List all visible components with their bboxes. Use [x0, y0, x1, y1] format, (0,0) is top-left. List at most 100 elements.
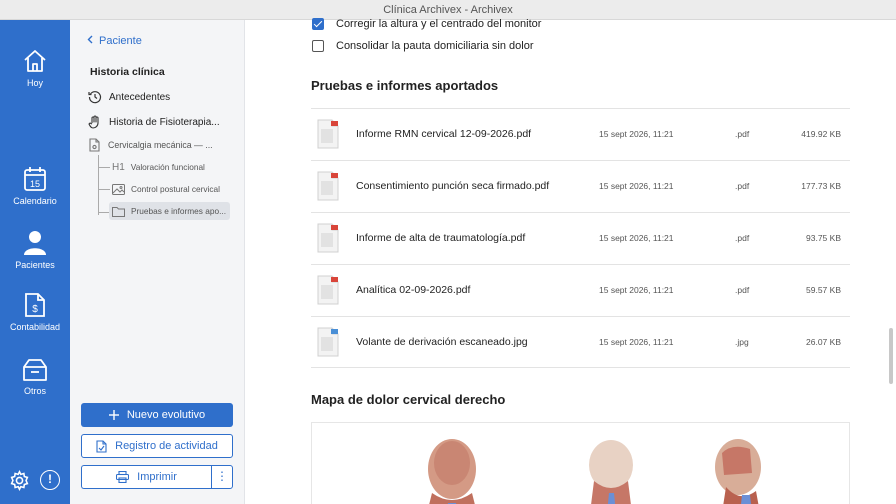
anatomy-illustration	[428, 439, 761, 504]
chevron-left-icon	[87, 35, 93, 47]
plus-icon	[108, 410, 119, 420]
file-date: 15 sept 2026, 11:21	[599, 181, 674, 191]
subitem-label: Control postural cervical	[131, 184, 220, 194]
back-label: Paciente	[99, 35, 142, 47]
file-extension: .pdf	[735, 181, 750, 191]
file-extension: .pdf	[735, 129, 750, 139]
file-row[interactable]: Informe RMN cervical 12-09-2026.pdf 15 se…	[311, 108, 850, 160]
main-content: Corregir la altura y el centrado del mon…	[246, 18, 896, 504]
checklist-label: Consolidar la pauta domiciliaria sin dol…	[336, 40, 534, 52]
tree-guide-line	[98, 155, 99, 215]
subitem-label: Valoración funcional	[130, 162, 205, 172]
file-date: 15 sept 2026, 11:21	[599, 233, 674, 243]
pain-map-title: Mapa de dolor cervical derecho	[311, 392, 506, 407]
checklist-item[interactable]: Corregir la altura y el centrado del mon…	[312, 16, 541, 32]
file-size: 26.07 KB	[806, 337, 841, 347]
home-icon	[24, 50, 46, 72]
rail-item-calendario[interactable]: 15 Calendario	[0, 166, 70, 206]
file-date: 15 sept 2026, 11:21	[599, 129, 674, 139]
rail-label-calendario: Calendario	[13, 196, 57, 206]
files-section-title: Pruebas e informes aportados	[311, 78, 499, 93]
file-size: 419.92 KB	[801, 129, 841, 139]
file-date: 15 sept 2026, 11:21	[599, 285, 674, 295]
rail-label-otros: Otros	[23, 386, 46, 396]
file-size: 177.73 KB	[801, 181, 841, 191]
nav-label: Cervicalgia mecánica — ...	[108, 140, 213, 150]
checklist-label: Corregir la altura y el centrado del mon…	[336, 18, 542, 30]
anatomy-back-view	[589, 440, 633, 504]
anatomy-front-view	[428, 439, 476, 504]
file-extension: .pdf	[735, 233, 750, 243]
tree-guide-branch	[98, 189, 110, 190]
printer-icon	[116, 471, 130, 483]
print-label: Imprimir	[137, 471, 177, 483]
checkbox-unchecked[interactable]	[312, 40, 324, 52]
nav-item-historia-fisioterapia[interactable]: Historia de Fisioterapia...	[88, 114, 220, 130]
checkbox-checked[interactable]	[312, 18, 324, 30]
activity-log-button[interactable]: Registro de actividad	[81, 434, 233, 458]
section-title: Historia clínica	[90, 66, 165, 78]
file-name[interactable]: Consentimiento punción seca firmado.pdf	[356, 180, 549, 192]
pain-map-image	[311, 422, 850, 504]
back-to-patient-link[interactable]: Paciente	[87, 35, 142, 47]
checklist-item[interactable]: Consolidar la pauta domiciliaria sin dol…	[312, 38, 534, 54]
file-row[interactable]: Informe de alta de traumatología.pdf 15 s…	[311, 212, 850, 264]
box-icon	[23, 359, 47, 381]
image-file-icon	[317, 327, 339, 357]
app-nav-rail: Hoy 15 Calendario Pacientes $ Contabilid…	[0, 20, 70, 504]
activity-doc-icon	[96, 439, 107, 453]
subitem-pruebas-informes[interactable]: Pruebas e informes apo...	[112, 203, 226, 219]
nav-label: Antecedentes	[109, 91, 171, 103]
nav-item-antecedentes[interactable]: Antecedentes	[88, 89, 170, 105]
new-evolutivo-button[interactable]: Nuevo evolutivo	[81, 403, 233, 427]
file-size: 59.57 KB	[806, 285, 841, 295]
file-date: 15 sept 2026, 11:21	[599, 337, 674, 347]
pdf-file-icon	[317, 223, 339, 253]
rail-item-hoy[interactable]: Hoy	[0, 48, 70, 88]
subitem-label: Pruebas e informes apo...	[131, 206, 227, 216]
heading-h1-icon: H1	[112, 161, 125, 173]
file-name[interactable]: Analítica 02-09-2026.pdf	[356, 284, 470, 296]
files-table: Informe RMN cervical 12-09-2026.pdf 15 se…	[311, 108, 850, 368]
rail-item-contabilidad[interactable]: $ Contabilidad	[0, 292, 70, 332]
file-name[interactable]: Informe de alta de traumatología.pdf	[356, 232, 525, 244]
more-options-button[interactable]: ⋮	[211, 465, 233, 489]
nav-label: Historia de Fisioterapia...	[109, 116, 220, 128]
file-row[interactable]: Consentimiento punción seca firmado.pdf 1…	[311, 160, 850, 212]
subitem-control-postural[interactable]: Control postural cervical	[112, 181, 220, 197]
hand-icon	[88, 115, 99, 129]
tree-guide-branch	[98, 167, 110, 168]
accounting-doc-icon: $	[25, 293, 45, 317]
svg-text:$: $	[32, 304, 38, 315]
file-extension: .pdf	[735, 285, 750, 295]
activity-log-label: Registro de actividad	[115, 440, 218, 452]
file-row[interactable]: Volante de derivación escaneado.jpg 15 se…	[311, 316, 850, 368]
rail-item-otros[interactable]: Otros	[0, 356, 70, 396]
calendar-icon: 15	[24, 167, 46, 191]
rail-bottom-actions: !	[0, 470, 70, 491]
file-name[interactable]: Volante de derivación escaneado.jpg	[356, 336, 528, 348]
info-symbol: !	[48, 472, 52, 486]
file-extension: .jpg	[735, 337, 749, 347]
image-icon	[112, 183, 125, 195]
pdf-file-icon	[317, 171, 339, 201]
rail-label-contabilidad: Contabilidad	[9, 322, 61, 332]
file-name[interactable]: Informe RMN cervical 12-09-2026.pdf	[356, 128, 531, 140]
kebab-icon: ⋮	[216, 469, 228, 483]
window-title: Clínica Archivex - Archivex	[383, 4, 513, 16]
print-button[interactable]: Imprimir	[81, 465, 211, 489]
nav-item-cervicalgia[interactable]: Cervicalgia mecánica — ...	[88, 137, 213, 153]
person-icon	[24, 231, 46, 255]
subitem-valoracion-funcional[interactable]: H1 Valoración funcional	[112, 159, 205, 175]
rail-item-pacientes[interactable]: Pacientes	[0, 230, 70, 270]
rail-label-pacientes: Pacientes	[15, 260, 55, 270]
gear-icon[interactable]	[9, 470, 30, 491]
pdf-file-icon	[317, 119, 339, 149]
history-icon	[88, 91, 102, 104]
folder-icon	[112, 206, 125, 217]
calendar-day: 15	[30, 179, 40, 189]
main-scrollbar[interactable]	[889, 328, 893, 384]
history-side-panel: Paciente Historia clínica Antecedentes H…	[70, 20, 245, 504]
file-row[interactable]: Analítica 02-09-2026.pdf 15 sept 2026, 11…	[311, 264, 850, 316]
info-icon[interactable]: !	[40, 470, 60, 490]
